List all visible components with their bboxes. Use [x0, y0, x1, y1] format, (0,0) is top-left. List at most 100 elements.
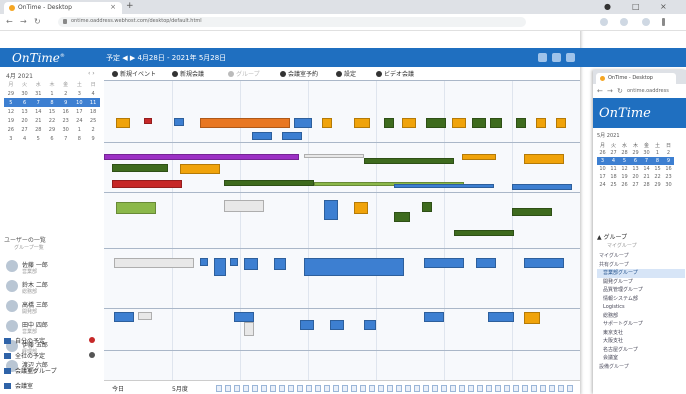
timeline-day-cell[interactable]: [495, 385, 501, 392]
user-row[interactable]: 佐藤 一郎 営業部: [4, 257, 99, 277]
calendar-day[interactable]: 30: [663, 181, 674, 189]
group-list-item[interactable]: 情報システム部: [597, 295, 685, 304]
close-tab-icon[interactable]: ×: [110, 3, 116, 11]
calendar-day[interactable]: 30: [59, 125, 73, 134]
url-field[interactable]: ontime.oaddress.webhost.com/desktop/defa…: [58, 17, 526, 27]
calendar-day[interactable]: 7: [31, 98, 46, 107]
timeline-day-cell[interactable]: [486, 385, 492, 392]
timeline-day-cell[interactable]: [432, 385, 438, 392]
user-row[interactable]: 鈴木 二郎 総務部: [4, 277, 99, 297]
calendar-day[interactable]: 19: [4, 116, 18, 125]
calendar-day[interactable]: 11: [608, 165, 619, 173]
calendar-day[interactable]: 月: [597, 141, 608, 149]
calendar-event[interactable]: [488, 312, 514, 322]
timeline-day-cell[interactable]: [243, 385, 249, 392]
calendar-day[interactable]: 23: [59, 116, 73, 125]
timeline-day-cell[interactable]: [288, 385, 294, 392]
user-row[interactable]: 田中 四郎 営業部: [4, 317, 99, 337]
timeline-day-cell[interactable]: [306, 385, 312, 392]
calendar-event[interactable]: [116, 202, 156, 214]
calendar-event[interactable]: [424, 258, 464, 268]
timeline-day-cell[interactable]: [504, 385, 510, 392]
calendar-day[interactable]: 5: [4, 98, 18, 107]
calendar-event[interactable]: [114, 312, 134, 322]
group-list-item[interactable]: 品質管理グループ: [597, 286, 685, 295]
timeline-day-cell[interactable]: [396, 385, 402, 392]
group-list-item[interactable]: マイグループ: [597, 252, 685, 261]
calendar-day[interactable]: 21: [31, 116, 45, 125]
calendar-day[interactable]: 2: [663, 149, 674, 157]
calendar-day[interactable]: 1: [73, 125, 87, 134]
calendar-event[interactable]: [512, 184, 572, 190]
calendar-day[interactable]: 16: [59, 107, 73, 116]
calendar-day[interactable]: 25: [608, 181, 619, 189]
calendar-day[interactable]: 13: [18, 107, 32, 116]
calendar-day[interactable]: 日: [663, 141, 674, 149]
timeline-day-cell[interactable]: [333, 385, 339, 392]
calendar-day[interactable]: 30: [18, 89, 32, 98]
calendar-event[interactable]: [224, 180, 314, 186]
calendar-day[interactable]: 27: [18, 125, 32, 134]
group-selector[interactable]: ユーザーの一覧 グループ一覧: [4, 235, 98, 251]
calendar-event[interactable]: [364, 158, 454, 164]
timeline-day-cell[interactable]: [549, 385, 555, 392]
calendar-event[interactable]: [304, 154, 364, 158]
calendar-day[interactable]: 水: [619, 141, 630, 149]
timeline-day-cell[interactable]: [315, 385, 321, 392]
calendar-day[interactable]: 23: [663, 173, 674, 181]
group-list-item[interactable]: 大阪支社: [597, 337, 685, 346]
calendar-day[interactable]: 7: [641, 157, 652, 165]
calendar-day[interactable]: 11: [86, 98, 100, 107]
calendar-day[interactable]: 28: [619, 149, 630, 157]
timeline-day-cell[interactable]: [351, 385, 357, 392]
timeline-day-cell[interactable]: [234, 385, 240, 392]
menu-icon[interactable]: [662, 18, 665, 26]
calendar-day[interactable]: 26: [619, 181, 630, 189]
calendar-event[interactable]: [174, 118, 184, 126]
calendar-event[interactable]: [354, 118, 370, 128]
calendar-day[interactable]: 31: [31, 89, 45, 98]
calendar-day[interactable]: 火: [608, 141, 619, 149]
calendar-event[interactable]: [244, 322, 254, 336]
url-text[interactable]: ontime.oaddress: [627, 88, 669, 94]
timeline-day-cell[interactable]: [558, 385, 564, 392]
calendar-day[interactable]: 6: [17, 98, 32, 107]
timeline-day-cell[interactable]: [405, 385, 411, 392]
calendar-event[interactable]: [180, 164, 220, 174]
timeline-day-cell[interactable]: [225, 385, 231, 392]
timeline-day-cell[interactable]: [342, 385, 348, 392]
timeline-day-cell[interactable]: [540, 385, 546, 392]
calendar-event[interactable]: [224, 200, 264, 212]
timeline-day-cell[interactable]: [270, 385, 276, 392]
forward-icon[interactable]: →: [20, 17, 27, 26]
calendar-event[interactable]: [394, 212, 410, 222]
calendar-day[interactable]: 9: [86, 134, 100, 143]
calendar-day[interactable]: 20: [18, 116, 32, 125]
calendar-day[interactable]: 20: [630, 173, 641, 181]
calendar-day[interactable]: 4: [608, 157, 619, 165]
calendar-event[interactable]: [454, 230, 514, 236]
calendar-day[interactable]: 29: [45, 125, 59, 134]
calendar-event[interactable]: [364, 320, 376, 330]
schedule-grid[interactable]: [104, 80, 580, 380]
calendar-event[interactable]: [472, 118, 486, 128]
timeline-day-cell[interactable]: [324, 385, 330, 392]
group-list-item[interactable]: 共有グループ: [597, 261, 685, 270]
calendar-day[interactable]: 14: [641, 165, 652, 173]
room-group-link[interactable]: 会議室グループ: [4, 366, 99, 378]
calendar-day[interactable]: 6: [630, 157, 641, 165]
calendar-day[interactable]: 3: [73, 89, 87, 98]
timeline-day-cell[interactable]: [441, 385, 447, 392]
calendar-event[interactable]: [476, 258, 496, 268]
calendar-day[interactable]: 10: [72, 98, 87, 107]
maximize-icon[interactable]: □: [632, 2, 640, 11]
calendar-event[interactable]: [304, 258, 404, 276]
calendar-day[interactable]: 29: [630, 149, 641, 157]
calendar-day[interactable]: 17: [597, 173, 608, 181]
timeline-day-cell[interactable]: [279, 385, 285, 392]
calendar-day[interactable]: 7: [59, 134, 73, 143]
calendar-day[interactable]: 5: [619, 157, 630, 165]
calendar-event[interactable]: [112, 180, 182, 188]
calendar-event[interactable]: [234, 312, 254, 322]
profile-icon[interactable]: [642, 18, 650, 26]
